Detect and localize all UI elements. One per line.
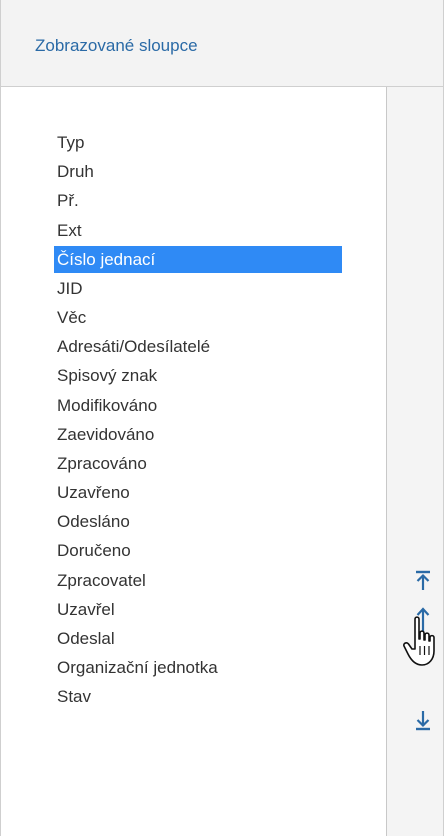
column-option[interactable]: Spisový znak xyxy=(54,361,342,390)
column-option[interactable]: Př. xyxy=(54,186,342,215)
panel-header: Zobrazované sloupce xyxy=(1,0,443,87)
move-up-down-button[interactable] xyxy=(409,604,437,664)
move-to-top-button[interactable] xyxy=(409,567,437,595)
column-option[interactable]: Organizační jednotka xyxy=(54,653,342,682)
columns-panel: Zobrazované sloupce Typ Druh Př. Ext Číslo j… xyxy=(0,0,444,836)
column-option[interactable]: Zaevidováno xyxy=(54,420,342,449)
column-option[interactable]: Typ xyxy=(54,128,342,157)
column-option[interactable]: Doručeno xyxy=(54,536,342,565)
column-option[interactable]: Modifikováno xyxy=(54,391,342,420)
column-option[interactable]: Stav xyxy=(54,682,342,711)
move-up-down-icon xyxy=(413,605,433,663)
column-option-selected[interactable]: Číslo jednací xyxy=(54,245,342,273)
column-option[interactable]: Odesláno xyxy=(54,507,342,536)
move-to-bottom-button[interactable] xyxy=(409,706,437,734)
column-option[interactable]: Uzavřeno xyxy=(54,478,342,507)
column-option[interactable]: Věc xyxy=(54,303,342,332)
panel-title: Zobrazované sloupce xyxy=(35,36,198,55)
column-option[interactable]: Uzavřel xyxy=(54,595,342,624)
columns-listbox[interactable]: Typ Druh Př. Ext Číslo jednací JID Věc Adresáti… xyxy=(1,87,387,836)
column-option[interactable]: Ext xyxy=(54,216,342,245)
column-option[interactable]: JID xyxy=(54,274,342,303)
column-option[interactable]: Zpracovatel xyxy=(54,566,342,595)
move-to-top-icon xyxy=(413,570,433,592)
column-option[interactable]: Zpracováno xyxy=(54,449,342,478)
move-to-bottom-icon xyxy=(413,709,433,731)
column-option[interactable]: Adresáti/Odesílatelé xyxy=(54,332,342,361)
column-option[interactable]: Druh xyxy=(54,157,342,186)
columns-list: Typ Druh Př. Ext Číslo jednací JID Věc Adresáti… xyxy=(54,128,342,712)
column-option[interactable]: Odeslal xyxy=(54,624,342,653)
